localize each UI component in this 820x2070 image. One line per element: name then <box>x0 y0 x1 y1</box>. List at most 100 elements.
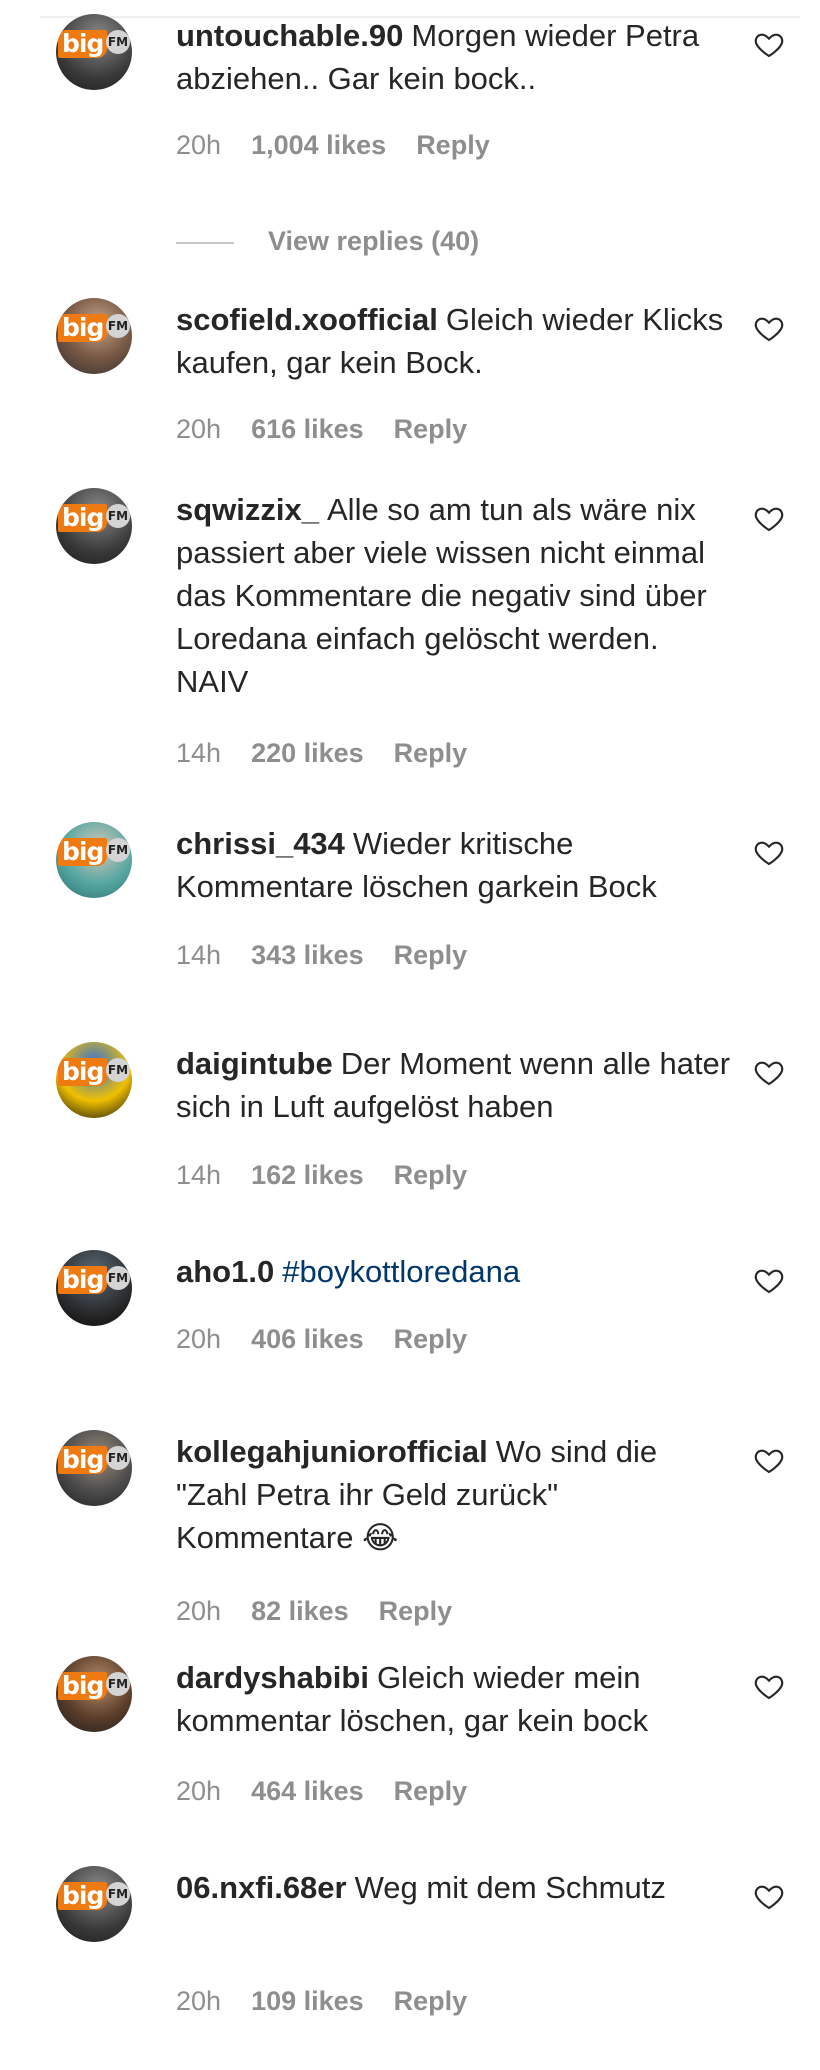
heart-outline-icon[interactable] <box>752 836 786 868</box>
comment-meta: 20h 464 likes Reply <box>176 1776 497 1807</box>
bigfm-logo: big <box>58 1882 108 1910</box>
comment-likes[interactable]: 109 likes <box>251 1986 364 2016</box>
comment-body: sqwizzix_ Alle so am tun als wäre nix pas… <box>176 488 736 703</box>
heart-outline-icon[interactable] <box>752 1056 786 1088</box>
comment-item: big FM kollegahjuniorofficial Wo sind die… <box>0 1430 820 1626</box>
comment-meta: 14h 343 likes Reply <box>176 940 497 971</box>
comment-likes[interactable]: 162 likes <box>251 1160 364 1190</box>
comment-item: big FM chrissi_434 Wieder kritische Komme… <box>0 822 820 970</box>
comment-body: scofield.xoofficial Gleich wieder Klicks … <box>176 298 736 384</box>
avatar[interactable]: big FM <box>56 14 132 90</box>
reply-button[interactable]: Reply <box>394 1160 468 1190</box>
heart-outline-icon[interactable] <box>752 502 786 534</box>
fm-badge: FM <box>106 838 130 862</box>
comment-username[interactable]: kollegahjuniorofficial <box>176 1434 488 1469</box>
comment-likes[interactable]: 82 likes <box>251 1596 349 1626</box>
comment-meta: 14h 220 likes Reply <box>176 738 497 769</box>
bigfm-logo: big <box>58 314 108 342</box>
reply-button[interactable]: Reply <box>394 1986 468 2016</box>
comment-time: 20h <box>176 1324 222 1354</box>
view-replies-line <box>176 241 234 244</box>
comment-username[interactable]: 06.nxfi.68er <box>176 1870 347 1905</box>
reply-button[interactable]: Reply <box>379 1596 453 1626</box>
reply-button[interactable]: Reply <box>394 738 468 768</box>
comment-username[interactable]: scofield.xoofficial <box>176 302 438 337</box>
fm-badge: FM <box>106 1882 130 1906</box>
bigfm-logo: big <box>58 838 108 866</box>
comment-item: big FM dardyshabibi Gleich wieder mein ko… <box>0 1656 820 1806</box>
heart-outline-icon[interactable] <box>752 1670 786 1702</box>
avatar[interactable]: big FM <box>56 488 132 564</box>
reply-button[interactable]: Reply <box>394 414 468 444</box>
reply-button[interactable]: Reply <box>394 1324 468 1354</box>
comment-meta: 14h 162 likes Reply <box>176 1160 497 1191</box>
comment-username[interactable]: dardyshabibi <box>176 1660 369 1695</box>
comment-time: 20h <box>176 1986 222 2016</box>
avatar[interactable]: big FM <box>56 1866 132 1942</box>
comment-likes[interactable]: 406 likes <box>251 1324 364 1354</box>
comment-likes[interactable]: 1,004 likes <box>251 130 386 160</box>
fm-badge: FM <box>106 30 130 54</box>
comment-likes[interactable]: 220 likes <box>251 738 364 768</box>
comment-text: Weg mit dem Schmutz <box>354 1870 666 1905</box>
bigfm-logo: big <box>58 1446 108 1474</box>
comment-username[interactable]: daigintube <box>176 1046 333 1081</box>
comment-item: big FM 06.nxfi.68er Weg mit dem Schmutz 2… <box>0 1866 820 2016</box>
avatar[interactable]: big FM <box>56 822 132 898</box>
comment-body: 06.nxfi.68er Weg mit dem Schmutz <box>176 1866 736 1909</box>
comment-time: 20h <box>176 414 222 444</box>
comment-username[interactable]: sqwizzix_ <box>176 492 319 527</box>
comment-item: big FM scofield.xoofficial Gleich wieder … <box>0 298 820 444</box>
comment-meta: 20h 616 likes Reply <box>176 414 497 445</box>
comment-body: aho1.0 #boykottloredana <box>176 1250 736 1293</box>
avatar[interactable]: big FM <box>56 1430 132 1506</box>
comment-time: 14h <box>176 738 222 768</box>
comment-likes[interactable]: 343 likes <box>251 940 364 970</box>
fm-badge: FM <box>106 1446 130 1470</box>
reply-button[interactable]: Reply <box>416 130 490 160</box>
comment-username[interactable]: chrissi_434 <box>176 826 345 861</box>
fm-badge: FM <box>106 1672 130 1696</box>
fm-badge: FM <box>106 1266 130 1290</box>
view-replies-button[interactable]: View replies (40) <box>176 226 479 257</box>
bigfm-logo: big <box>58 1058 108 1086</box>
comment-body: chrissi_434 Wieder kritische Kommentare l… <box>176 822 736 908</box>
comment-meta: 20h 1,004 likes Reply <box>176 130 520 161</box>
heart-outline-icon[interactable] <box>752 28 786 60</box>
comment-likes[interactable]: 616 likes <box>251 414 364 444</box>
heart-outline-icon[interactable] <box>752 1264 786 1296</box>
reply-button[interactable]: Reply <box>394 940 468 970</box>
hashtag-link[interactable]: #boykottloredana <box>282 1254 520 1289</box>
bigfm-logo: big <box>58 1266 108 1294</box>
fm-badge: FM <box>106 504 130 528</box>
comment-meta: 20h 109 likes Reply <box>176 1986 497 2017</box>
comment-time: 20h <box>176 130 222 160</box>
comment-body: untouchable.90 Morgen wieder Petra abzieh… <box>176 14 736 100</box>
comment-item: big FM untouchable.90 Morgen wieder Petra… <box>0 14 820 256</box>
view-replies-label: View replies (40) <box>268 226 480 256</box>
comment-item: big FM daigintube Der Moment wenn alle ha… <box>0 1042 820 1190</box>
comment-time: 20h <box>176 1596 222 1626</box>
comment-time: 20h <box>176 1776 222 1806</box>
heart-outline-icon[interactable] <box>752 312 786 344</box>
avatar[interactable]: big FM <box>56 298 132 374</box>
comment-body: daigintube Der Moment wenn alle hater sic… <box>176 1042 736 1128</box>
comment-body: kollegahjuniorofficial Wo sind die "Zahl … <box>176 1430 736 1559</box>
avatar[interactable]: big FM <box>56 1656 132 1732</box>
comment-username[interactable]: aho1.0 <box>176 1254 274 1289</box>
bigfm-logo: big <box>58 30 108 58</box>
heart-outline-icon[interactable] <box>752 1880 786 1912</box>
avatar[interactable]: big FM <box>56 1250 132 1326</box>
comment-item: big FM aho1.0 #boykottloredana 20h 406 lik… <box>0 1250 820 1390</box>
comment-body: dardyshabibi Gleich wieder mein kommentar… <box>176 1656 736 1742</box>
comment-meta: 20h 406 likes Reply <box>176 1324 497 1355</box>
reply-button[interactable]: Reply <box>394 1776 468 1806</box>
heart-outline-icon[interactable] <box>752 1444 786 1476</box>
comment-username[interactable]: untouchable.90 <box>176 18 403 53</box>
bigfm-logo: big <box>58 504 108 532</box>
comment-meta: 20h 82 likes Reply <box>176 1596 482 1627</box>
avatar[interactable]: big FM <box>56 1042 132 1118</box>
bigfm-logo: big <box>58 1672 108 1700</box>
comment-likes[interactable]: 464 likes <box>251 1776 364 1806</box>
comment-item: big FM sqwizzix_ Alle so am tun als wäre … <box>0 488 820 768</box>
